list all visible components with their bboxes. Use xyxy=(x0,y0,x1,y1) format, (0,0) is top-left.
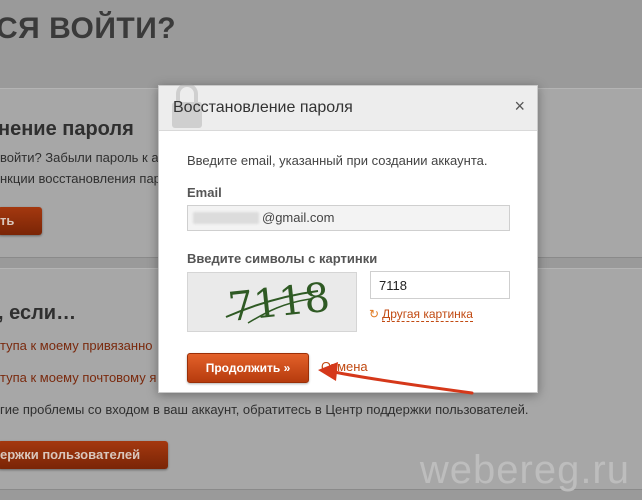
arrow-annotation xyxy=(318,362,474,395)
